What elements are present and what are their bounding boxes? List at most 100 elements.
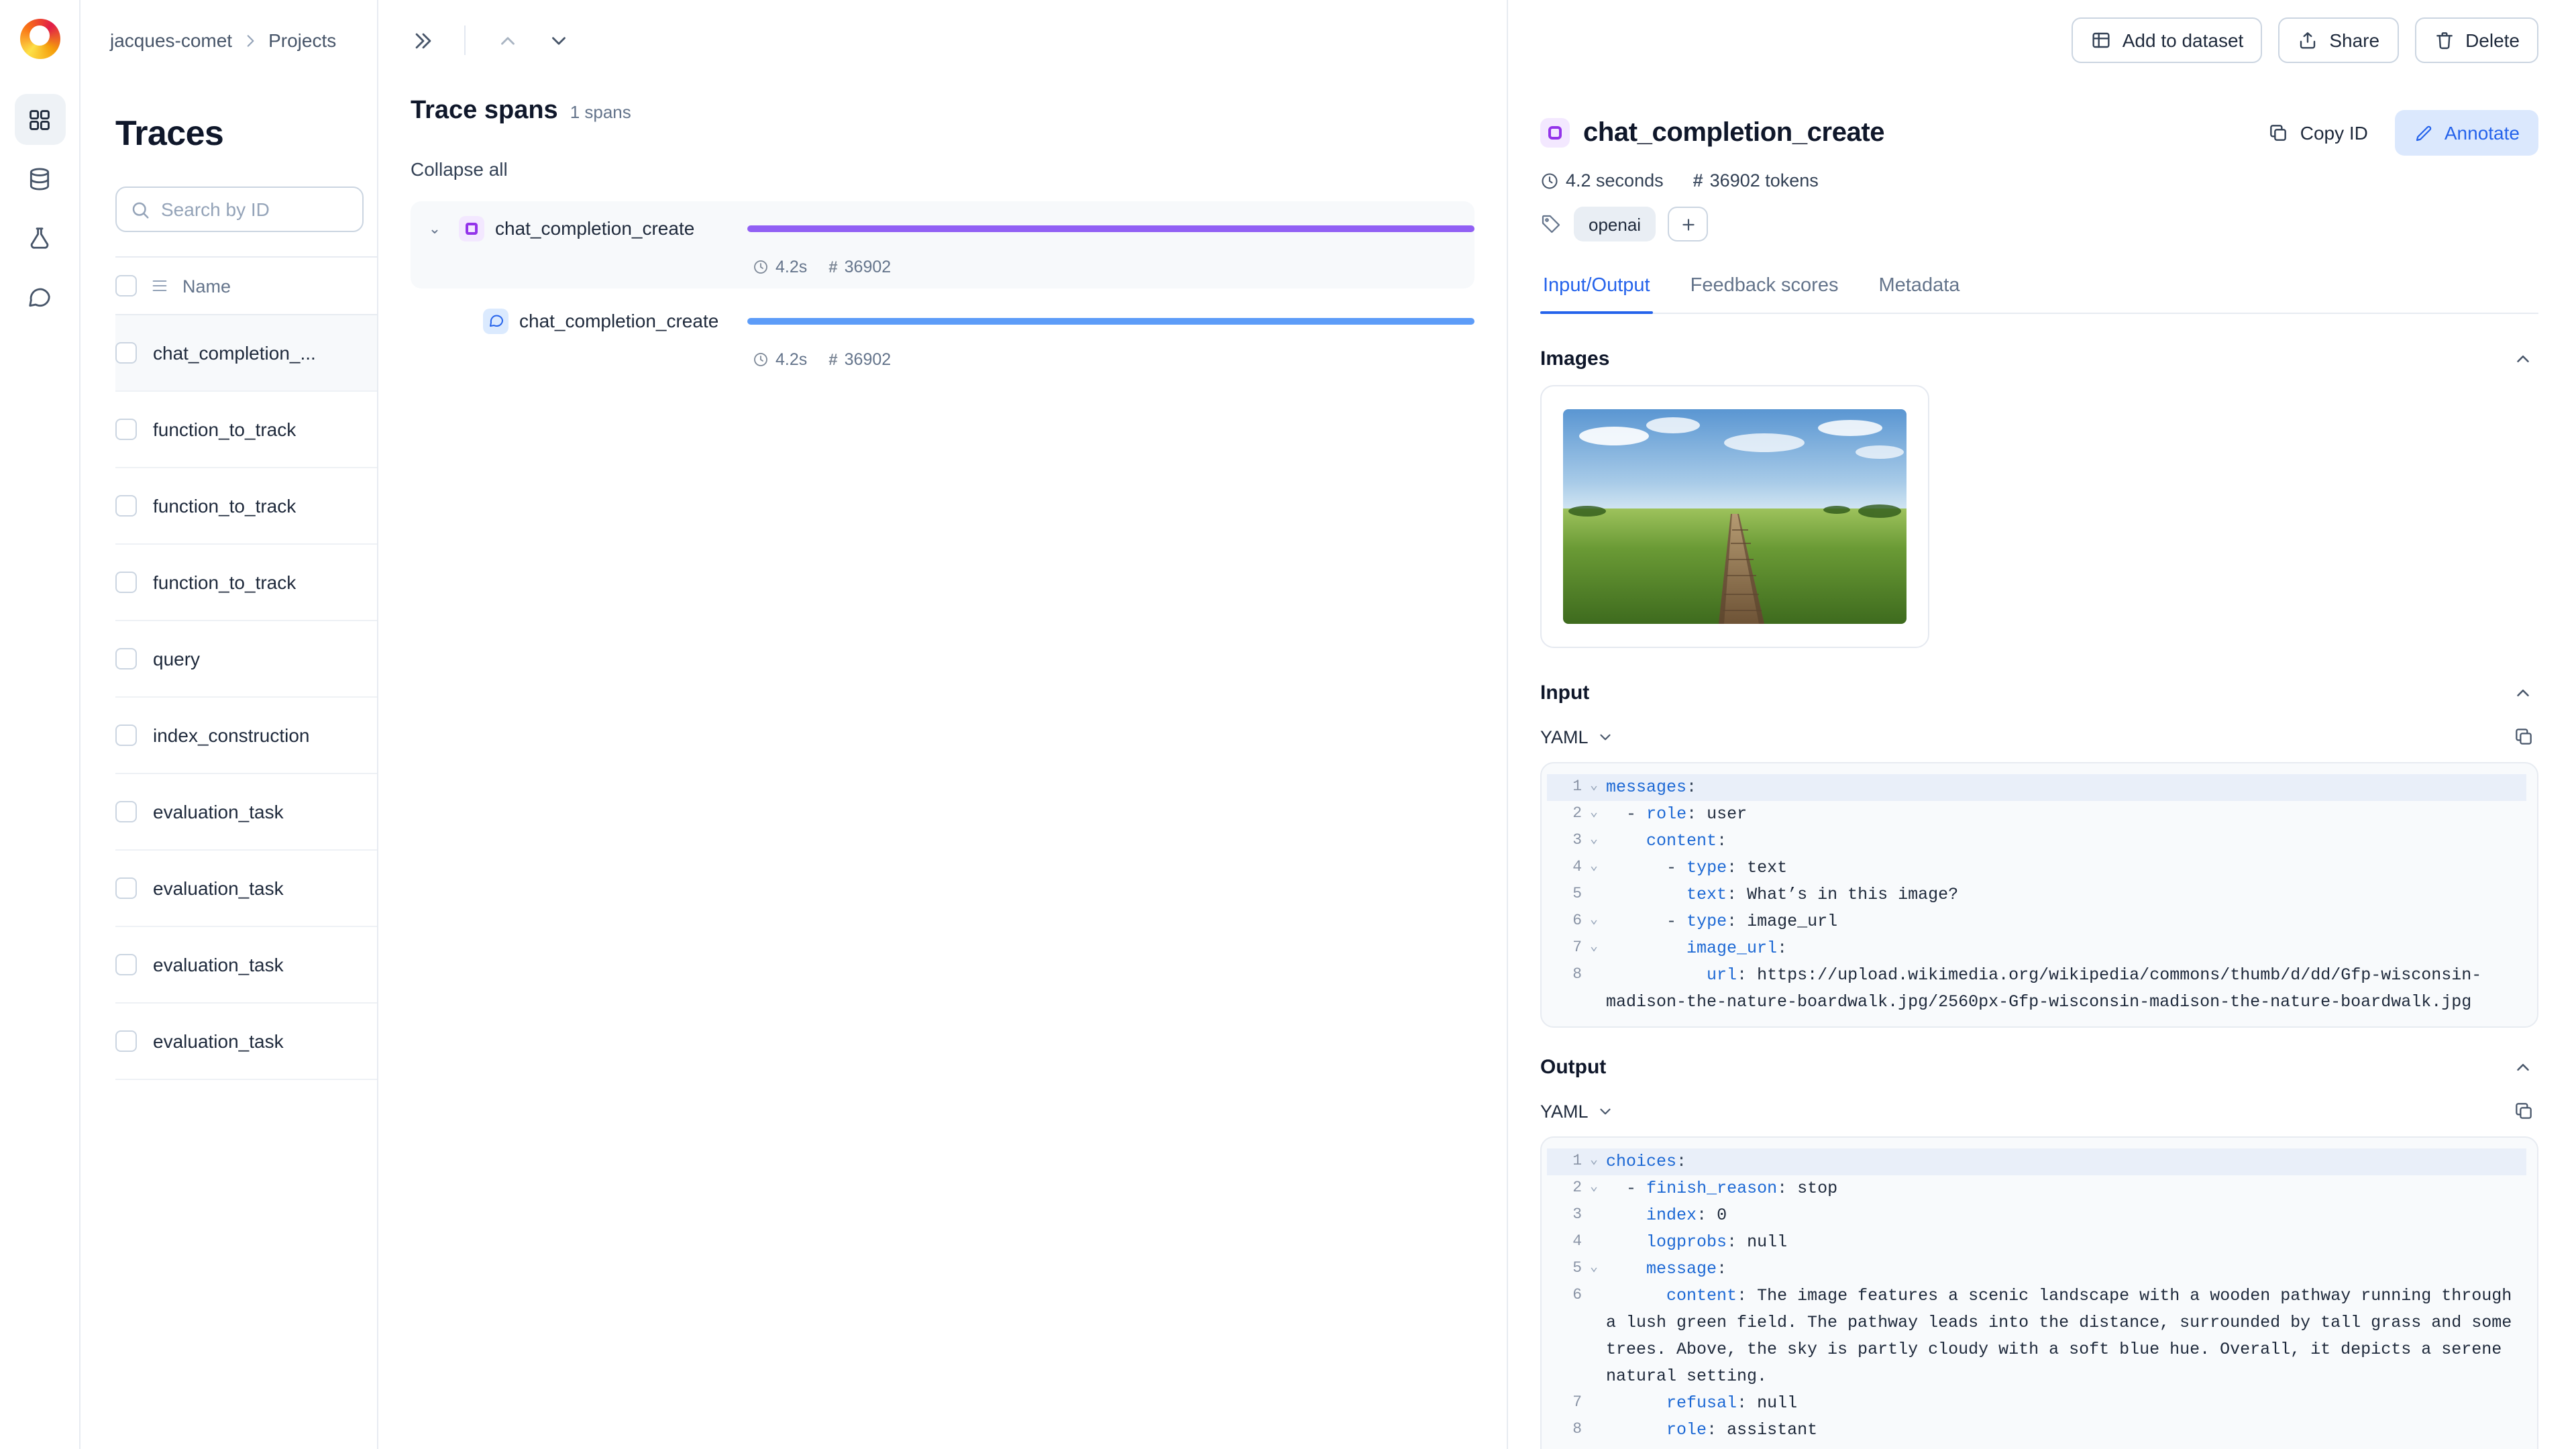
trace-row[interactable]: index_construction	[115, 698, 377, 774]
trace-row[interactable]: query	[115, 621, 377, 698]
line-number: 7	[1572, 939, 1582, 957]
fold-chevron-icon[interactable]: ⌄	[1582, 1148, 1606, 1175]
breadcrumb-section[interactable]: Projects	[268, 30, 336, 51]
add-tag-button[interactable]	[1668, 207, 1709, 241]
pencil-icon	[2414, 123, 2434, 143]
trace-row[interactable]: chat_completion_...	[115, 315, 377, 392]
share-button[interactable]: Share	[2278, 17, 2399, 63]
next-trace-button[interactable]	[535, 17, 581, 63]
tab-input-output[interactable]: Input/Output	[1540, 263, 1653, 314]
output-format-select[interactable]: YAML	[1540, 1101, 1614, 1121]
tokens-meta: # 36902 tokens	[1693, 170, 1819, 191]
tag-pill[interactable]: openai	[1574, 207, 1656, 241]
search-input[interactable]	[161, 199, 349, 220]
search-icon	[130, 199, 150, 219]
fold-chevron-icon[interactable]: ⌄	[1582, 908, 1606, 935]
chevron-up-icon	[2513, 1057, 2533, 1077]
trace-checkbox[interactable]	[115, 954, 137, 975]
input-format-select[interactable]: YAML	[1540, 727, 1614, 747]
span-toggle-chevron-icon[interactable]: ⌄	[421, 219, 448, 237]
collapse-output-button[interactable]	[2508, 1052, 2538, 1083]
trace-row[interactable]: evaluation_task	[115, 774, 377, 851]
chevron-up-icon	[2513, 683, 2533, 703]
collapse-images-button[interactable]	[2508, 343, 2538, 374]
span-row[interactable]: ⌄ chat_completion_create	[411, 208, 1474, 248]
trace-checkbox[interactable]	[115, 648, 137, 669]
trace-checkbox[interactable]	[115, 495, 137, 517]
previous-trace-button[interactable]	[484, 17, 530, 63]
line-number: 2	[1572, 805, 1582, 822]
span-row[interactable]: chat_completion_create	[411, 301, 1474, 341]
span-tokens: #36902	[828, 258, 892, 276]
chevrons-right-icon	[411, 29, 434, 52]
trace-row[interactable]: evaluation_task	[115, 1004, 377, 1080]
collapse-input-button[interactable]	[2508, 678, 2538, 708]
span-duration-bar[interactable]	[747, 225, 1474, 231]
trace-checkbox[interactable]	[115, 342, 137, 364]
breadcrumb-project[interactable]: jacques-comet	[110, 30, 232, 51]
add-to-dataset-button[interactable]: Add to dataset	[2071, 17, 2263, 63]
trace-row[interactable]: function_to_track	[115, 392, 377, 468]
select-all-checkbox[interactable]	[115, 275, 137, 297]
trace-row[interactable]: evaluation_task	[115, 927, 377, 1004]
copy-input-button[interactable]	[2509, 722, 2538, 751]
tab-metadata[interactable]: Metadata	[1876, 263, 1962, 313]
trace-name: function_to_track	[153, 495, 297, 517]
trace-name: chat_completion_...	[153, 342, 316, 364]
code-line: 9 function_call: null	[1547, 1444, 2526, 1449]
trace-checkbox[interactable]	[115, 877, 137, 899]
trace-row[interactable]: function_to_track	[115, 468, 377, 545]
comet-logo[interactable]	[19, 19, 60, 59]
span-list: ⌄ chat_completion_create 4.2s #36902 chat_co…	[411, 201, 1474, 381]
fold-chevron-icon[interactable]: ⌄	[1582, 828, 1606, 855]
output-format-value: YAML	[1540, 1101, 1589, 1121]
fold-chevron-icon[interactable]: ⌄	[1582, 935, 1606, 962]
code-line: 4 logprobs: null	[1547, 1229, 2526, 1256]
nav-datasets[interactable]	[14, 153, 65, 204]
code-line: 6 content: The image features a scenic l…	[1547, 1283, 2526, 1390]
line-number: 2	[1572, 1179, 1582, 1197]
traces-panel: jacques-comet Projects Traces Name chat_…	[80, 0, 378, 1449]
trace-checkbox[interactable]	[115, 572, 137, 593]
fold-chevron-icon[interactable]: ⌄	[1582, 774, 1606, 801]
fold-chevron-icon[interactable]: ⌄	[1582, 801, 1606, 828]
trace-checkbox[interactable]	[115, 801, 137, 822]
trace-checkbox[interactable]	[115, 1030, 137, 1052]
fold-chevron-icon[interactable]: ⌄	[1582, 855, 1606, 881]
plus-icon	[1679, 215, 1697, 233]
search-box[interactable]	[115, 186, 364, 232]
trace-name: function_to_track	[153, 572, 297, 593]
fold-chevron-icon[interactable]: ⌄	[1582, 1175, 1606, 1202]
name-column-header[interactable]: Name	[182, 276, 231, 296]
span-duration-bar[interactable]	[747, 317, 1474, 324]
code-line: 7 ⌄ image_url:	[1547, 935, 2526, 962]
nav-projects[interactable]	[14, 94, 65, 145]
annotate-button[interactable]: Annotate	[2394, 110, 2538, 156]
trace-checkbox[interactable]	[115, 724, 137, 746]
image-card[interactable]	[1540, 385, 1929, 648]
share-label: Share	[2329, 30, 2380, 51]
fold-chevron-icon[interactable]: ⌄	[1582, 1256, 1606, 1283]
images-section-title: Images	[1540, 347, 1610, 370]
tab-feedback-scores[interactable]: Feedback scores	[1688, 263, 1841, 313]
span-tokens: #36902	[828, 350, 892, 369]
trace-row[interactable]: evaluation_task	[115, 851, 377, 927]
nav-experiments[interactable]	[14, 212, 65, 263]
delete-button[interactable]: Delete	[2414, 17, 2538, 63]
nav-feedback[interactable]	[14, 271, 65, 322]
copy-output-button[interactable]	[2509, 1096, 2538, 1126]
expand-panel-button[interactable]	[400, 17, 445, 63]
opik-app: jacques-comet Projects Traces Name chat_…	[0, 0, 2576, 1449]
spans-title: Trace spans	[411, 97, 558, 125]
collapse-all-button[interactable]: Collapse all	[411, 158, 508, 180]
chevron-down-icon	[547, 29, 570, 52]
trace-row[interactable]: function_to_track	[115, 545, 377, 621]
boardwalk-photo	[1563, 409, 1907, 624]
add-to-dataset-label: Add to dataset	[2122, 30, 2244, 51]
annotate-label: Annotate	[2444, 122, 2520, 144]
span-block: ⌄ chat_completion_create 4.2s #36902	[411, 201, 1474, 288]
copy-id-button[interactable]: Copy ID	[2268, 122, 2368, 144]
trace-checkbox[interactable]	[115, 419, 137, 440]
copy-icon	[2513, 726, 2534, 747]
line-number: 6	[1572, 1287, 1582, 1304]
